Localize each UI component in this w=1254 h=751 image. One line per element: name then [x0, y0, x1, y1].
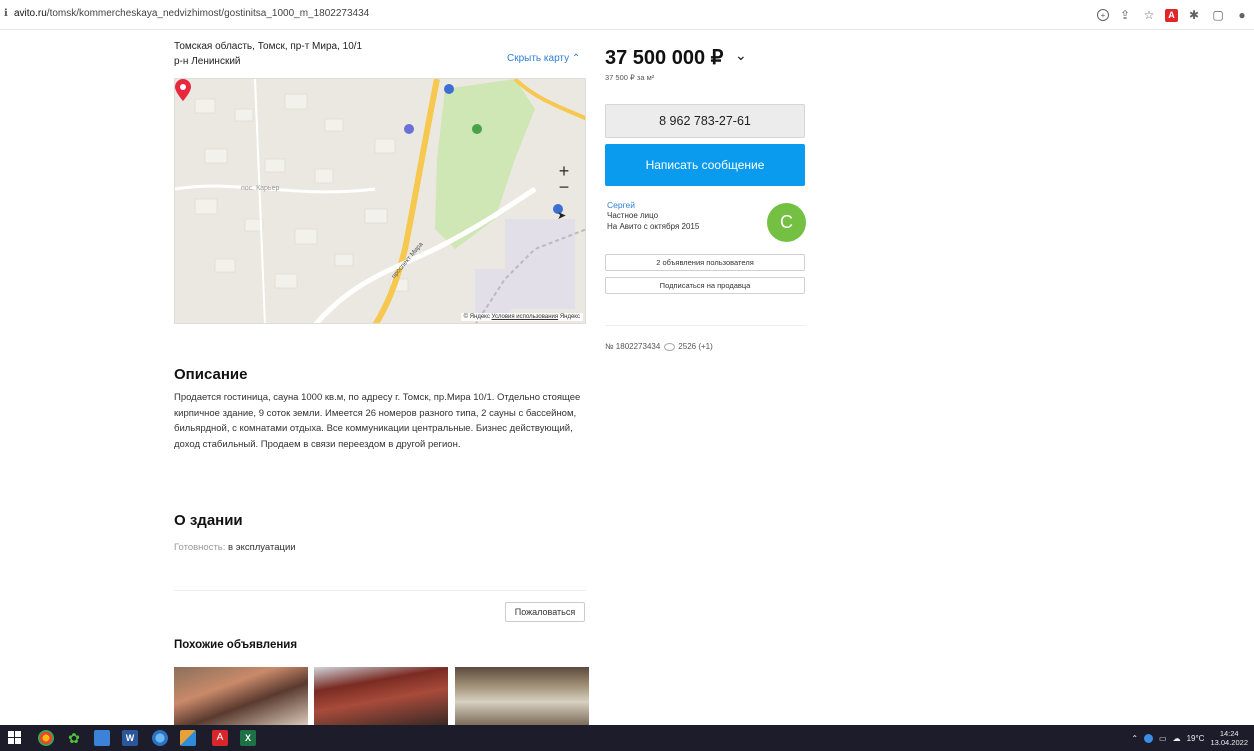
- map-canvas: [175, 79, 585, 323]
- windows-taskbar: ✿ W A X ⌃ ▭ ☁ 19°C 14:24 13.04.2022: [0, 725, 1254, 751]
- clock[interactable]: 14:24 13.04.2022: [1210, 729, 1248, 747]
- readiness-value: в эксплуатации: [228, 542, 296, 553]
- display-icon[interactable]: ▭: [1159, 734, 1167, 743]
- price-per-sqm: 37 500 ₽ за м²: [605, 73, 655, 82]
- similar-listing-photo[interactable]: [314, 667, 448, 725]
- windows-start-icon[interactable]: [8, 731, 22, 745]
- price: 37 500 000 ₽: [605, 47, 724, 69]
- seller-avatar[interactable]: С: [767, 203, 806, 242]
- listing-number: № 1802273434: [605, 342, 661, 351]
- district-line: р-н Ленинский: [174, 56, 241, 67]
- map-geolocation-icon[interactable]: ➤: [557, 209, 571, 223]
- map-zoom-out-button[interactable]: −: [555, 178, 573, 197]
- share-icon[interactable]: ⇪: [1117, 7, 1133, 23]
- divider: [605, 325, 805, 326]
- map-terms-link[interactable]: Условия использования: [492, 314, 559, 320]
- profile-icon[interactable]: ●: [1234, 7, 1250, 23]
- user-listings-button[interactable]: 2 объявления пользователя: [605, 254, 805, 271]
- listing-address: Томская область, Томск, пр-т Мира, 10/1 …: [174, 39, 362, 69]
- divider: [174, 590, 586, 591]
- weather-icon[interactable]: ☁: [1173, 734, 1181, 743]
- word-icon[interactable]: W: [122, 730, 138, 746]
- map-copyright: © Яндекс: [463, 314, 490, 320]
- views-count: 2526 (+1): [678, 342, 713, 351]
- url-path: /tomsk/kommercheskaya_nedvizhimost/gosti…: [46, 8, 370, 19]
- yandex-logo[interactable]: Яндекс: [560, 314, 580, 320]
- location-pin-icon: [175, 79, 191, 101]
- network-globe-icon[interactable]: [1144, 733, 1154, 743]
- side-panel-icon[interactable]: ▢: [1210, 7, 1226, 23]
- plant-app-icon[interactable]: ✿: [66, 730, 82, 746]
- similar-listing-photo[interactable]: [455, 667, 589, 725]
- complain-button[interactable]: Пожаловаться: [505, 602, 585, 622]
- seller-name-link[interactable]: Сергей: [607, 200, 635, 210]
- phone-button[interactable]: 8 962 783-27-61: [605, 104, 805, 138]
- map-attribution: © Яндекс Условия использования Яндекс: [460, 313, 583, 321]
- readiness-row: Готовность: в эксплуатации: [174, 542, 296, 553]
- acrobat-icon[interactable]: A: [212, 730, 228, 746]
- subscribe-seller-button[interactable]: Подписаться на продавца: [605, 277, 805, 294]
- views-eye-icon: [664, 342, 676, 351]
- system-tray: ⌃ ▭ ☁ 19°C 14:24 13.04.2022: [1131, 729, 1248, 747]
- chrome-icon[interactable]: [38, 730, 54, 746]
- write-message-button[interactable]: Написать сообщение: [605, 144, 805, 186]
- site-info-icon[interactable]: ℹ: [4, 8, 10, 20]
- bookmark-star-icon[interactable]: ☆: [1141, 7, 1157, 23]
- photos-icon[interactable]: [180, 730, 196, 746]
- map-area-label: пос. Карьер: [241, 185, 280, 192]
- price-dropdown-chevron-icon[interactable]: ⌄: [735, 47, 747, 64]
- zoom-icon[interactable]: +: [1097, 9, 1109, 21]
- url-field[interactable]: avito.ru/tomsk/kommercheskaya_nedvizhimo…: [14, 8, 369, 19]
- location-map[interactable]: пос. Карьер проспект Мира + − ➤ © Яндекс…: [174, 78, 586, 324]
- listing-meta: № 1802273434 2526 (+1): [605, 342, 713, 351]
- clock-date: 13.04.2022: [1210, 738, 1248, 747]
- chevron-up-icon: ⌃: [571, 53, 581, 64]
- temperature: 19°C: [1186, 733, 1205, 743]
- similar-listing-photo[interactable]: [174, 667, 308, 725]
- description-heading: Описание: [174, 366, 248, 383]
- url-host: avito.ru: [14, 8, 47, 19]
- tray-expand-icon[interactable]: ⌃: [1131, 734, 1138, 743]
- hide-map-label: Скрыть карту: [507, 53, 570, 64]
- excel-icon[interactable]: X: [240, 730, 256, 746]
- browser-toolbar-icons: + ⇪ ☆ A ✱ ▢ ●: [1097, 5, 1250, 25]
- browser-globe-icon[interactable]: [152, 730, 168, 746]
- hide-map-link[interactable]: Скрыть карту ⌃: [507, 53, 580, 64]
- browser-address-bar: ℹ avito.ru/tomsk/kommercheskaya_nedvizhi…: [0, 0, 1254, 30]
- extensions-puzzle-icon[interactable]: ✱: [1186, 7, 1202, 23]
- seller-since: На Авито с октября 2015: [607, 222, 700, 231]
- similar-listings-heading: Похожие объявления: [174, 639, 298, 651]
- seller-type: Частное лицо: [607, 211, 659, 220]
- clock-time: 14:24: [1219, 729, 1239, 738]
- description-text: Продается гостиница, сауна 1000 кв.м, по…: [174, 392, 581, 450]
- building-heading: О здании: [174, 512, 243, 529]
- address-line: Томская область, Томск, пр-т Мира, 10/1: [174, 41, 363, 52]
- pdf-extension-icon[interactable]: A: [1165, 8, 1178, 22]
- file-explorer-icon[interactable]: [94, 730, 110, 746]
- readiness-label: Готовность:: [174, 542, 226, 553]
